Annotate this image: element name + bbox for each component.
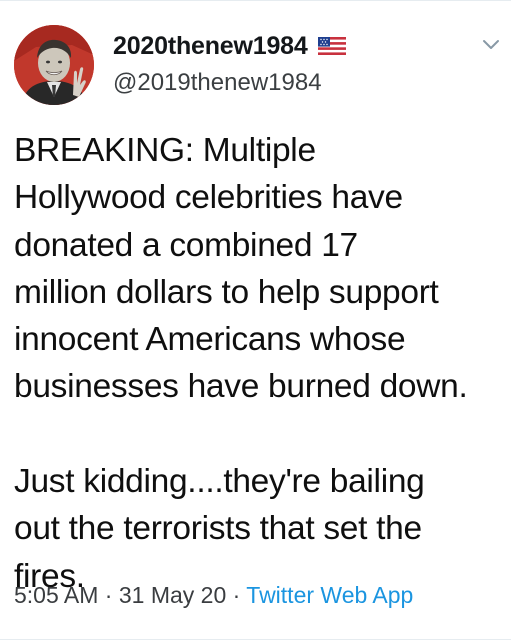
tweet-card: 2020thenew1984 @2019thenew1984 BREAKING:… bbox=[0, 0, 511, 640]
tweet-date[interactable]: 31 May 20 bbox=[119, 582, 226, 608]
display-name[interactable]: 2020thenew1984 bbox=[113, 32, 308, 61]
us-flag-icon bbox=[317, 37, 346, 55]
tweet-source-link[interactable]: Twitter Web App bbox=[246, 582, 413, 608]
tweet-text: BREAKING: Multiple Hollywood celebrities… bbox=[14, 132, 468, 595]
tweet-meta: 5:05 AM · 31 May 20 · Twitter Web App bbox=[14, 582, 413, 609]
avatar-portrait-icon bbox=[14, 25, 94, 105]
user-handle[interactable]: @2019thenew1984 bbox=[113, 69, 322, 97]
tweet-time[interactable]: 5:05 AM bbox=[14, 582, 98, 608]
avatar[interactable] bbox=[14, 25, 94, 105]
chevron-down-icon[interactable] bbox=[481, 38, 501, 52]
meta-separator: · bbox=[232, 582, 241, 608]
display-name-row: 2020thenew1984 bbox=[113, 31, 346, 61]
meta-separator: · bbox=[104, 582, 113, 608]
